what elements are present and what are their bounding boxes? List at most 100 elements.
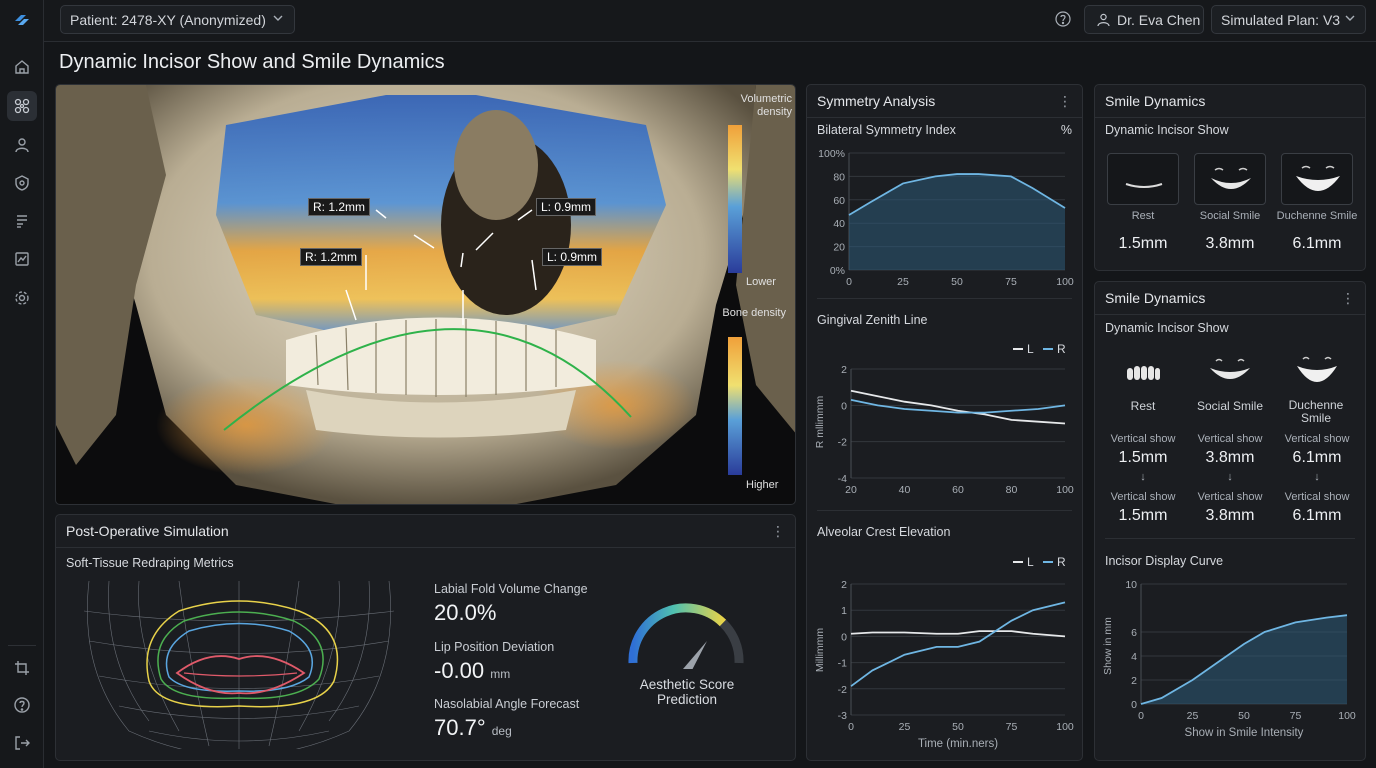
- logout-icon[interactable]: [7, 728, 37, 758]
- alveolar-crest-chart: 210-1-2-30 25 50 75 100L RMillimmmTime (min.n…: [814, 555, 1074, 750]
- metric-unit: mm: [490, 667, 511, 681]
- x-tick-label: 75: [1290, 710, 1302, 722]
- metric-number: -0.00: [434, 658, 485, 683]
- shield-icon[interactable]: [7, 168, 37, 198]
- molecule-icon[interactable]: [7, 91, 37, 121]
- vertical-show-value: 1.5mm: [1118, 449, 1168, 466]
- state-value: 3.8mm: [1205, 235, 1255, 252]
- social-smile-icon: [1210, 358, 1250, 379]
- postop-panel: Post-Operative Simulation ⋮ Soft-Tissue …: [55, 514, 796, 761]
- series-line-l: [850, 630, 1066, 638]
- more-icon[interactable]: ⋮: [1341, 290, 1355, 307]
- y-tick-label: 0: [841, 631, 847, 643]
- sidebar-divider: [8, 645, 36, 646]
- state-label: Duchenne Smile: [1276, 210, 1358, 222]
- measurement-label: R: 1.2mm: [308, 198, 371, 216]
- x-tick-label: 60: [952, 484, 964, 496]
- vertical-show-value: 6.1mm: [1292, 507, 1342, 524]
- duchenne-smile-thumbnail[interactable]: [1281, 153, 1353, 205]
- state-label: Social Smile: [1199, 210, 1261, 222]
- area-fill: [1141, 615, 1347, 704]
- skull-render: [56, 85, 795, 504]
- arrow-down-icon: ↓: [1314, 471, 1320, 483]
- patient-label: Patient: 2478-XY (Anonymized): [70, 11, 266, 28]
- vertical-show-value: 3.8mm: [1205, 507, 1255, 524]
- user-name: Dr. Eva Chen: [1117, 11, 1201, 28]
- x-tick-label: 100: [1338, 710, 1356, 722]
- y-tick-label: 0%: [830, 265, 845, 277]
- x-tick-label: 25: [897, 276, 909, 288]
- legend-label-r: R: [1057, 555, 1066, 569]
- series-line-l: [850, 389, 1066, 425]
- y-tick-label: -3: [838, 710, 847, 722]
- chevron-down-icon: [1344, 11, 1356, 27]
- vertical-show-value: 6.1mm: [1292, 449, 1342, 466]
- app-logo-icon[interactable]: [7, 5, 37, 35]
- social-smile-thumbnail[interactable]: [1194, 153, 1266, 205]
- x-tick-label: 0: [846, 276, 852, 288]
- legend-label-r: R: [1057, 342, 1066, 356]
- vertical-show-value: 3.8mm: [1205, 449, 1255, 466]
- plan-selector[interactable]: Simulated Plan: V3: [1211, 5, 1366, 34]
- crop-icon[interactable]: [7, 653, 37, 683]
- x-tick-label: 50: [952, 721, 964, 733]
- symmetry-index-chart: 0% 20 40 60 80 100% 0 25 50 75 100: [818, 148, 1074, 288]
- y-tick-label: 10: [1125, 579, 1137, 591]
- volumetric-legend-title: Volumetric density: [740, 93, 792, 118]
- top-bar: Patient: 2478-XY (Anonymized) Dr. Eva Ch…: [44, 0, 1376, 42]
- panel-subtitle: Soft-Tissue Redraping Metrics: [66, 556, 234, 570]
- vertical-show-label: Vertical show: [1197, 433, 1263, 445]
- chart-title: Bilateral Symmetry Index: [817, 123, 956, 137]
- y-tick-label: 2: [1131, 675, 1137, 687]
- x-tick-label: 25: [899, 721, 911, 733]
- x-tick-label: 0: [1138, 710, 1144, 722]
- y-tick-label: 2: [841, 364, 847, 376]
- help-icon[interactable]: [7, 690, 37, 720]
- vertical-show-label: Vertical show: [1110, 491, 1176, 503]
- y-tick-label: 80: [833, 171, 845, 183]
- home-icon[interactable]: [7, 52, 37, 82]
- x-tick-label: 25: [1187, 710, 1199, 722]
- chart-title: Incisor Display Curve: [1105, 554, 1224, 568]
- gauge-label: Aesthetic Score Prediction: [639, 677, 735, 707]
- state-label: Social Smile: [1196, 399, 1264, 413]
- y-axis-label: Millimmm: [814, 628, 826, 673]
- x-tick-label: 75: [1006, 721, 1018, 733]
- more-icon[interactable]: ⋮: [771, 523, 785, 540]
- metric-number: 70.7°: [434, 715, 486, 740]
- list-icon[interactable]: [7, 206, 37, 236]
- user-menu[interactable]: Dr. Eva Chen: [1084, 5, 1204, 34]
- rest-smile-thumbnail[interactable]: [1107, 153, 1179, 205]
- y-axis-label: R mllimmm: [814, 396, 826, 449]
- help-circle-icon[interactable]: [1055, 11, 1071, 32]
- x-tick-label: 50: [951, 276, 963, 288]
- gingival-zenith-chart: 20-2-420 40 60 80 100L RR mllimmm: [814, 342, 1074, 496]
- y-tick-label: 4: [1131, 651, 1137, 663]
- skull-3d-viewer[interactable]: R: 1.2mm L: 0.9mm R: 1.2mm L: 0.9mm Volu…: [55, 84, 796, 505]
- chart-title: Gingival Zenith Line: [817, 313, 928, 327]
- arrow-down-icon: ↓: [1140, 471, 1146, 483]
- duchenne-smile-icon: [1297, 356, 1337, 382]
- more-icon[interactable]: ⋮: [1058, 93, 1072, 110]
- page-title: Dynamic Incisor Show and Smile Dynamics: [59, 51, 445, 73]
- state-label: Duchenne Smile: [1288, 398, 1344, 425]
- measurement-label: R: 1.2mm: [300, 248, 363, 266]
- settings-icon[interactable]: [7, 283, 37, 313]
- state-label: Rest: [1131, 210, 1155, 222]
- chart-icon[interactable]: [7, 244, 37, 274]
- incisor-display-curve-chart: 10 6 4 2 00 25 50 75 100 Show in mm Show in Smile …: [1102, 579, 1356, 739]
- y-tick-label: -2: [838, 684, 847, 696]
- x-tick-label: 40: [899, 484, 911, 496]
- measurement-label: L: 0.9mm: [542, 248, 603, 266]
- patient-selector[interactable]: Patient: 2478-XY (Anonymized): [60, 5, 295, 34]
- metric-label: Labial Fold Volume Change: [434, 582, 588, 596]
- user-icon[interactable]: [7, 130, 37, 160]
- panel-title: Symmetry Analysis: [817, 93, 936, 109]
- y-tick-label: 0: [1131, 699, 1137, 711]
- chart-unit: %: [1060, 123, 1072, 137]
- y-tick-label: 0: [841, 400, 847, 412]
- x-tick-label: 100: [1056, 484, 1074, 496]
- x-axis-label: Time (min.ners): [918, 738, 998, 750]
- symmetry-panel: Symmetry Analysis ⋮ Bilateral Symmetry I…: [806, 84, 1083, 761]
- y-tick-label: 6: [1131, 627, 1137, 639]
